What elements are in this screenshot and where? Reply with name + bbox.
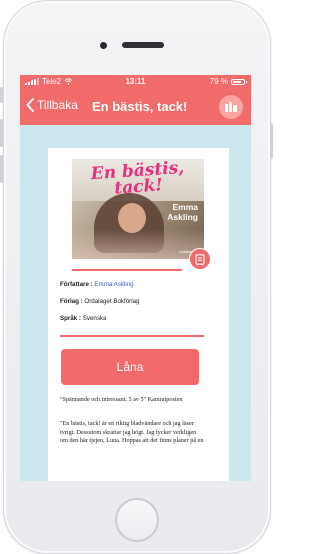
- back-button[interactable]: Tillbaka: [26, 98, 78, 112]
- volume-down-button: [0, 155, 3, 183]
- author-link[interactable]: Emma Askling: [94, 281, 133, 288]
- battery-icon: [231, 78, 247, 85]
- front-camera: [100, 42, 107, 49]
- divider: [72, 269, 182, 271]
- mute-switch: [0, 87, 3, 103]
- book-stack-icon: [225, 102, 237, 112]
- page-title: En bästis, tack!: [92, 99, 188, 114]
- tablet-icon: [195, 253, 205, 265]
- cover-author: Emma Askling: [167, 202, 198, 222]
- book-cover-image: En bästis, tack! Emma Askling ordalaget: [72, 159, 204, 259]
- publisher-row: Förlag : Ordalaget Bokförlag: [60, 298, 139, 305]
- language-row: Språk : Svenska: [60, 315, 106, 322]
- app-screen: Tele2 13:11 79 % Tillbaka En bästis, tac…: [20, 75, 251, 481]
- author-label: Författare :: [60, 281, 93, 288]
- back-label: Tillbaka: [37, 98, 78, 112]
- status-bar: Tele2 13:11 79 %: [20, 75, 251, 89]
- home-button[interactable]: [115, 498, 159, 542]
- navigation-bar: Tillbaka En bästis, tack!: [20, 89, 251, 125]
- language-label: Språk :: [60, 315, 81, 322]
- language-value: Svenska: [82, 315, 107, 322]
- status-right: 79 %: [209, 77, 247, 86]
- publisher-value: Ordalaget Bokförlag: [84, 298, 140, 305]
- review-quote: "Spännande och intressant. 5 av 5" Kamra…: [60, 396, 183, 403]
- chevron-left-icon: [26, 98, 34, 112]
- library-button[interactable]: [219, 95, 243, 119]
- author-row: Författare : Emma Askling: [60, 281, 134, 288]
- volume-up-button: [0, 119, 3, 147]
- ebook-badge[interactable]: [189, 248, 211, 270]
- book-description: "En bästis, tack! är en riktig bladvända…: [60, 420, 204, 445]
- earpiece-speaker: [122, 42, 164, 48]
- publisher-label: Förlag :: [60, 298, 83, 305]
- book-detail-card: En bästis, tack! Emma Askling ordalaget …: [48, 148, 229, 481]
- power-button: [270, 123, 273, 159]
- battery-percent: 79 %: [209, 77, 228, 86]
- divider: [60, 335, 204, 337]
- loan-button[interactable]: Låna: [61, 349, 199, 385]
